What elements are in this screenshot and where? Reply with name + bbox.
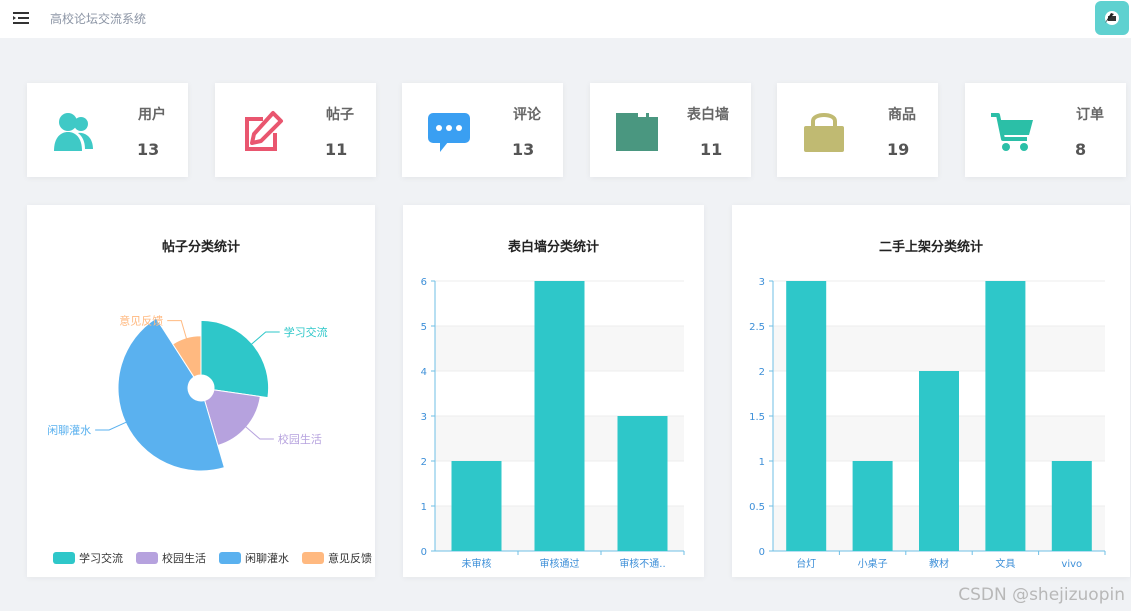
pie-slice-label: 意见反馈 (119, 314, 163, 328)
stat-value: 13 (512, 140, 535, 159)
stat-value: 11 (325, 140, 348, 159)
bar (1051, 461, 1092, 551)
pie-slice-1 (200, 319, 270, 399)
x-tick-label: 台灯 (796, 557, 816, 570)
y-tick-label: 5 (421, 322, 427, 333)
bag-icon (804, 113, 844, 152)
legend-swatch (302, 552, 324, 564)
bar (985, 281, 1026, 551)
legend-swatch (53, 552, 75, 564)
edit-icon (245, 111, 283, 151)
x-tick-label: 文具 (995, 557, 1015, 570)
top-bar: 高校论坛交流系统 (0, 0, 1131, 38)
stat-label: 订单 (1076, 107, 1104, 123)
bar (617, 416, 668, 551)
post-category-panel: 帖子分类统计 学习交流 校园生活 闲聊灌水 意见反馈 学习交流 校园生活 闲聊灌水 意见反馈 (27, 205, 375, 577)
stat-label: 评论 (513, 107, 541, 123)
users-icon (54, 113, 93, 151)
pie-label-line (167, 320, 188, 340)
stat-label: 商品 (888, 107, 916, 123)
app-title: 高校论坛交流系统 (50, 12, 147, 26)
stat-value: 13 (137, 140, 160, 159)
y-tick-label: 1 (759, 457, 765, 468)
stat-card-goods[interactable]: 商品 19 (777, 83, 938, 177)
stat-label: 表白墙 (687, 107, 729, 123)
y-tick-label: 6 (421, 277, 427, 288)
wall-category-bar-chart: 0 1 2 3 4 5 6 未审核 审核通过 审核不通.. (421, 277, 685, 570)
x-tick-label: 审核通过 (540, 557, 580, 570)
x-tick-label: 教材 (929, 557, 949, 570)
avatar[interactable] (1095, 1, 1129, 35)
stat-card-users[interactable]: 用户 13 (27, 83, 188, 177)
x-tick-label: 小桌子 (858, 557, 888, 570)
legend-entry: 学习交流 (79, 551, 123, 565)
legend-entry: 意见反馈 (328, 551, 372, 565)
watermark: CSDN @shejizuopin (958, 585, 1125, 605)
avatar-icon (1105, 11, 1119, 25)
x-tick-label: 未审核 (462, 557, 492, 570)
pie-label-line (95, 421, 128, 431)
y-tick-label: 1.5 (749, 412, 765, 423)
goods-category-bar-chart: 0 0.5 1 1.5 2 2.5 3 台灯 小桌子 教材 文具 vivo (749, 277, 1106, 570)
x-tick-label: 审核不通.. (619, 557, 665, 570)
bar (919, 371, 959, 551)
legend-entry: 校园生活 (162, 551, 206, 565)
stat-value: 11 (700, 140, 723, 159)
y-tick-label: 3 (421, 412, 427, 423)
y-tick-label: 2 (759, 367, 765, 378)
bar (451, 461, 502, 551)
bar (786, 281, 827, 551)
pie-slice-label: 学习交流 (284, 325, 328, 339)
stat-card-posts[interactable]: 帖子 11 (215, 83, 376, 177)
pie-label-line (250, 331, 280, 346)
y-tick-label: 1 (421, 502, 427, 513)
menu-toggle-icon[interactable] (12, 9, 30, 27)
stat-label: 帖子 (326, 107, 354, 123)
bar (852, 461, 893, 551)
pie-label-line (244, 425, 274, 440)
x-tick-label: vivo (1061, 559, 1082, 570)
y-tick-label: 2.5 (749, 322, 765, 333)
y-tick-label: 2 (421, 457, 427, 468)
stat-card-orders[interactable]: 订单 8 (965, 83, 1126, 177)
legend-entry: 闲聊灌水 (245, 551, 289, 565)
y-tick-label: 4 (421, 367, 427, 378)
legend-swatch (136, 552, 158, 564)
wall-icon (616, 113, 658, 151)
stat-card-wall[interactable]: 表白墙 11 (590, 83, 751, 177)
stat-card-comments[interactable]: 评论 13 (402, 83, 563, 177)
legend-swatch (219, 552, 241, 564)
pie-slice-label: 校园生活 (278, 432, 322, 446)
goods-category-panel: 二手上架分类统计 0 0.5 1 1.5 2 2.5 3 台灯 小桌子 教材 文具 vivo (732, 205, 1130, 577)
comment-icon (428, 113, 470, 152)
pie-slice-label: 闲聊灌水 (47, 423, 91, 437)
wall-category-panel: 表白墙分类统计 0 1 2 3 4 5 6 未审核 审核通过 审核不通.. (403, 205, 704, 577)
cart-icon (991, 113, 1033, 151)
y-tick-label: 0 (759, 547, 765, 558)
post-category-pie-chart: 学习交流校园生活闲聊灌水意见反馈学习交流 校园生活 闲聊灌水 意见反馈 (47, 314, 372, 565)
y-tick-label: 0.5 (749, 502, 765, 513)
bar (534, 281, 585, 551)
stat-value: 8 (1075, 140, 1087, 159)
y-tick-label: 3 (759, 277, 765, 288)
stat-label: 用户 (138, 107, 166, 123)
y-tick-label: 0 (421, 547, 427, 558)
stat-value: 19 (887, 140, 910, 159)
